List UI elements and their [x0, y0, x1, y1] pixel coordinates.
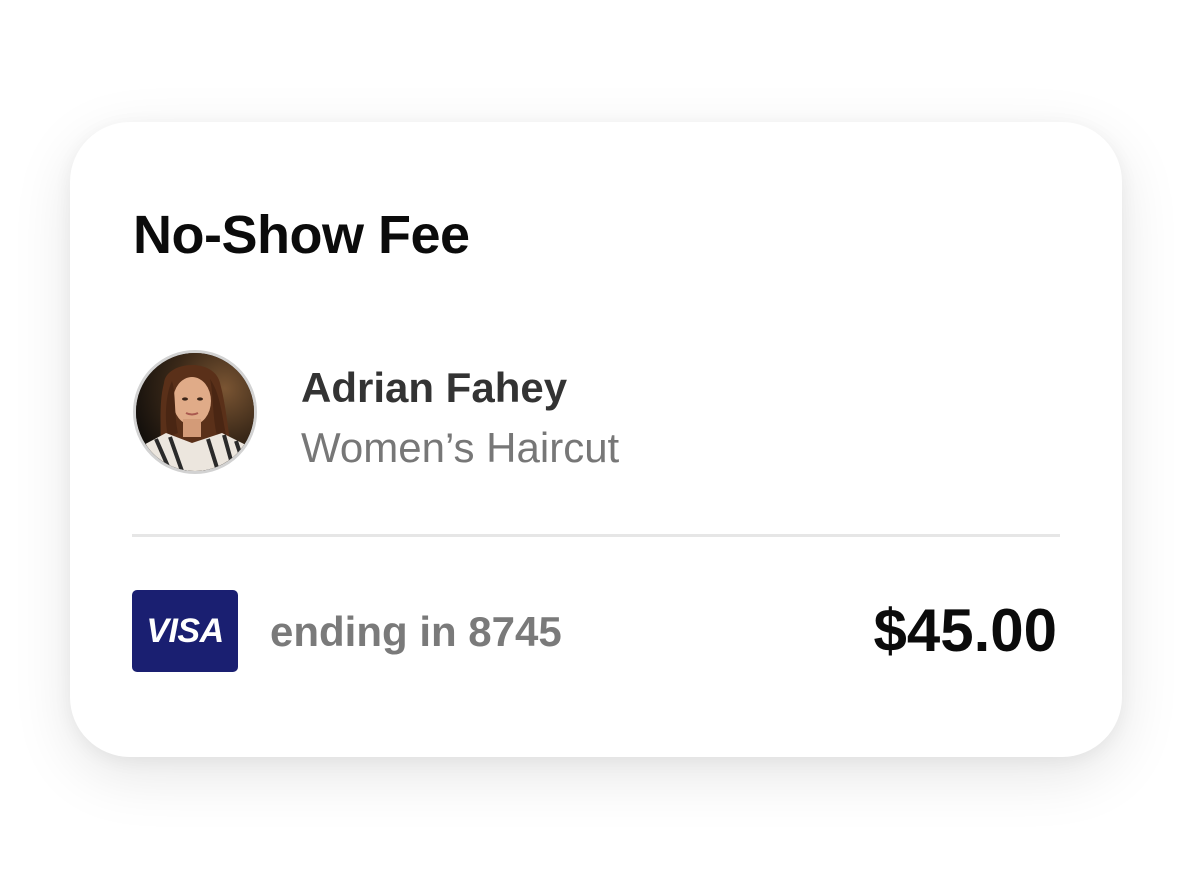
stage: No-Show Fee Adrian Fahey Women’s Haircut…: [0, 0, 1192, 880]
avatar-photo: [136, 353, 254, 471]
no-show-fee-card: No-Show Fee Adrian Fahey Women’s Haircut…: [70, 122, 1122, 757]
client-name: Adrian Fahey: [301, 364, 568, 411]
client-row: Adrian Fahey Women’s Haircut: [133, 350, 1033, 474]
client-service: Women’s Haircut: [301, 424, 620, 471]
divider: [132, 534, 1060, 537]
visa-card-icon: VISA: [132, 590, 238, 672]
card-title: No-Show Fee: [133, 205, 470, 265]
avatar: [133, 350, 257, 474]
card-ending-text: ending in 8745: [270, 608, 562, 655]
fee-amount: $45.00: [873, 597, 1057, 664]
